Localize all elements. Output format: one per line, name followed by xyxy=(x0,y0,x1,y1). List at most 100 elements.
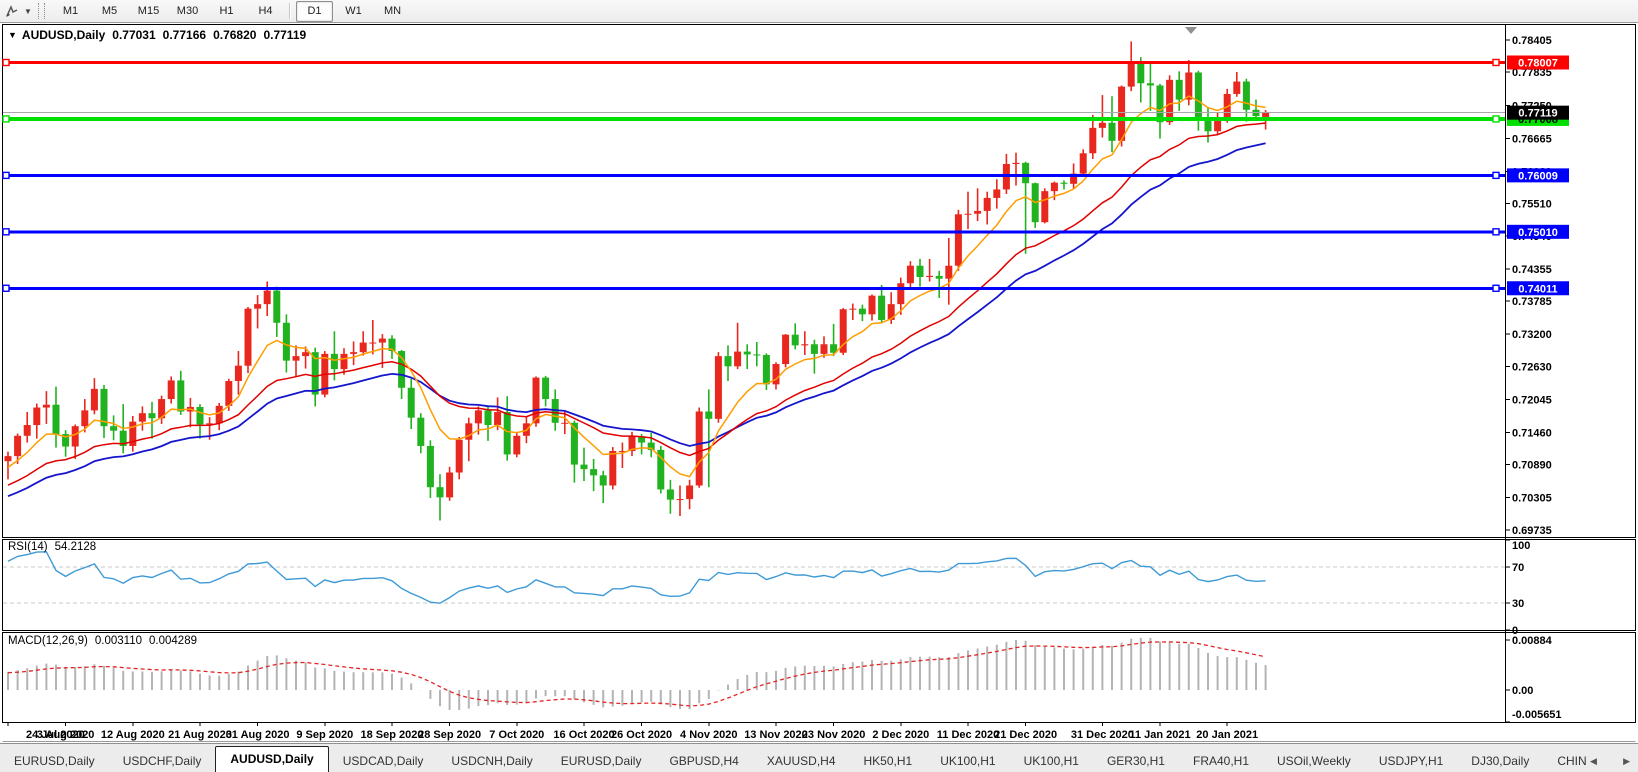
tab-usdjpy-h1[interactable]: USDJPY,H1 xyxy=(1365,751,1457,772)
symbol-tabs: EURUSD,DailyUSDCHF,DailyAUDUSD,DailyUSDC… xyxy=(0,744,1586,772)
tab-uk100-h1[interactable]: UK100,H1 xyxy=(926,751,1009,772)
macd-name: MACD(12,26,9) xyxy=(8,635,88,647)
tab-scroll-left-icon[interactable]: ◀ xyxy=(1590,756,1597,767)
svg-text:31 Aug 2020: 31 Aug 2020 xyxy=(226,729,290,741)
line-anchor-handle xyxy=(1493,116,1499,122)
timeframe-button-m30[interactable]: M30 xyxy=(169,1,206,22)
svg-text:0.78405: 0.78405 xyxy=(1512,35,1552,47)
svg-text:11 Dec 2020: 11 Dec 2020 xyxy=(937,729,999,741)
svg-text:23 Nov 2020: 23 Nov 2020 xyxy=(802,729,866,741)
tab-xauusd-h4[interactable]: XAUUSD,H4 xyxy=(753,751,850,772)
tab-audusd-daily[interactable]: AUDUSD,Daily xyxy=(215,746,328,772)
line-anchor-handle xyxy=(3,116,9,122)
tab-eurusd-daily[interactable]: EURUSD,Daily xyxy=(0,751,109,772)
svg-text:100: 100 xyxy=(1512,540,1530,552)
svg-text:0.00884: 0.00884 xyxy=(1512,635,1553,647)
tab-fra40-h1[interactable]: FRA40,H1 xyxy=(1179,751,1263,772)
current-price-badge: 0.77119 xyxy=(1507,106,1569,120)
svg-text:30: 30 xyxy=(1512,598,1524,610)
line-anchor-handle xyxy=(3,59,9,65)
close-value: 0.77119 xyxy=(263,28,306,42)
svg-text:0.70305: 0.70305 xyxy=(1512,493,1552,505)
svg-text:0.71460: 0.71460 xyxy=(1512,427,1552,439)
tab-usdcad-daily[interactable]: USDCAD,Daily xyxy=(329,751,438,772)
timeframe-button-w1[interactable]: W1 xyxy=(335,1,372,22)
macd-signal-value: 0.004289 xyxy=(149,635,197,647)
metatrader-window: { "ui": { "toolbar": { "tool_icon": "cur… xyxy=(0,0,1638,772)
chart-area[interactable]: 0.784050.778350.772500.766650.760800.755… xyxy=(0,23,1638,742)
svg-text:31 Dec 2020: 31 Dec 2020 xyxy=(1071,729,1134,741)
tab-uk100-h1[interactable]: UK100,H1 xyxy=(1010,751,1093,772)
tab-eurusd-daily[interactable]: EURUSD,Daily xyxy=(547,751,656,772)
low-value: 0.76820 xyxy=(213,28,256,42)
svg-text:0.76665: 0.76665 xyxy=(1512,133,1552,145)
svg-text:-0.005651: -0.005651 xyxy=(1512,709,1562,721)
line-anchor-handle xyxy=(1493,229,1499,235)
dropdown-caret-icon[interactable]: ▼ xyxy=(22,7,34,16)
tab-scroll-nav: ◀ ▶ xyxy=(1586,756,1638,772)
top-toolbar: ▼ M1M5M15M30H1H4 D1W1MN xyxy=(0,0,1638,23)
svg-text:0.73785: 0.73785 xyxy=(1512,296,1552,308)
open-value: 0.77031 xyxy=(112,28,155,42)
tab-usoil-weekly[interactable]: USOil,Weekly xyxy=(1263,751,1365,772)
toolbar-grip[interactable] xyxy=(38,3,45,19)
svg-text:0.75010: 0.75010 xyxy=(1518,227,1558,239)
macd-title: MACD(12,26,9) 0.003110 0.004289 xyxy=(8,635,197,647)
timeframe-button-h4[interactable]: H4 xyxy=(247,1,284,22)
svg-text:26 Oct 2020: 26 Oct 2020 xyxy=(611,729,672,741)
tab-ger30-h1[interactable]: GER30,H1 xyxy=(1093,751,1179,772)
collapse-caret-icon[interactable]: ▼ xyxy=(8,30,17,40)
timeframe-button-mn[interactable]: MN xyxy=(374,1,411,22)
tab-dj30-daily[interactable]: DJ30,Daily xyxy=(1457,751,1543,772)
toolbar-separator xyxy=(289,3,291,19)
svg-text:18 Sep 2020: 18 Sep 2020 xyxy=(361,729,424,741)
svg-text:4 Nov 2020: 4 Nov 2020 xyxy=(680,729,737,741)
price-chart-svg[interactable]: 0.784050.778350.772500.766650.760800.755… xyxy=(0,23,1638,742)
svg-text:0.75510: 0.75510 xyxy=(1512,199,1552,211)
svg-text:11 Jan 2021: 11 Jan 2021 xyxy=(1129,729,1190,741)
symbol-label: AUDUSD,Daily xyxy=(22,28,105,42)
svg-text:0.73200: 0.73200 xyxy=(1512,329,1552,341)
tab-china300-h1[interactable]: CHINA300,H1 xyxy=(1543,751,1586,772)
timeframe-button-m5[interactable]: M5 xyxy=(91,1,128,22)
svg-text:0.72045: 0.72045 xyxy=(1512,394,1552,406)
svg-text:0.78007: 0.78007 xyxy=(1518,57,1558,69)
svg-text:7 Oct 2020: 7 Oct 2020 xyxy=(489,729,544,741)
line-anchor-handle xyxy=(1493,59,1499,65)
svg-text:0.70890: 0.70890 xyxy=(1512,460,1552,472)
svg-text:2 Dec 2020: 2 Dec 2020 xyxy=(872,729,929,741)
svg-text:0.72630: 0.72630 xyxy=(1512,361,1552,373)
tab-hk50-h1[interactable]: HK50,H1 xyxy=(850,751,927,772)
svg-text:16 Oct 2020: 16 Oct 2020 xyxy=(553,729,614,741)
rsi-title: RSI(14)54.2128 xyxy=(8,541,96,553)
symbol-tab-bar: EURUSD,DailyUSDCHF,DailyAUDUSD,DailyUSDC… xyxy=(0,743,1638,772)
svg-text:21 Dec 2020: 21 Dec 2020 xyxy=(994,729,1057,741)
tab-gbpusd-h4[interactable]: GBPUSD,H4 xyxy=(655,751,752,772)
line-anchor-handle xyxy=(1493,285,1499,291)
line-anchor-handle xyxy=(3,285,9,291)
svg-text:13 Nov 2020: 13 Nov 2020 xyxy=(744,729,808,741)
panel-frames xyxy=(2,24,1636,742)
svg-text:28 Sep 2020: 28 Sep 2020 xyxy=(418,729,481,741)
svg-text:21 Aug 2020: 21 Aug 2020 xyxy=(168,729,232,741)
macd-main-value: 0.003110 xyxy=(95,635,142,647)
rsi-name: RSI(14) xyxy=(8,541,48,553)
svg-text:70: 70 xyxy=(1512,562,1524,574)
svg-text:0.00: 0.00 xyxy=(1512,685,1533,697)
svg-text:0.74011: 0.74011 xyxy=(1518,283,1557,295)
timeframe-button-d1[interactable]: D1 xyxy=(296,1,333,22)
timeframe-button-m1[interactable]: M1 xyxy=(52,1,89,22)
tab-usdchf-daily[interactable]: USDCHF,Daily xyxy=(109,751,216,772)
chart-ohlc-title: ▼ AUDUSD,Daily 0.77031 0.77166 0.76820 0.7711… xyxy=(8,28,306,42)
high-value: 0.77166 xyxy=(163,28,206,42)
svg-text:3 Aug 2020: 3 Aug 2020 xyxy=(37,729,95,741)
cursor-tool-icon[interactable] xyxy=(2,2,22,20)
svg-text:0.69735: 0.69735 xyxy=(1512,525,1552,537)
tab-scroll-right-icon[interactable]: ▶ xyxy=(1623,756,1630,767)
svg-text:12 Aug 2020: 12 Aug 2020 xyxy=(101,729,165,741)
tab-usdcnh-daily[interactable]: USDCNH,Daily xyxy=(437,751,546,772)
svg-text:20 Jan 2021: 20 Jan 2021 xyxy=(1196,729,1258,741)
timeframe-button-h1[interactable]: H1 xyxy=(208,1,245,22)
line-anchor-handle xyxy=(3,172,9,178)
timeframe-button-m15[interactable]: M15 xyxy=(130,1,167,22)
